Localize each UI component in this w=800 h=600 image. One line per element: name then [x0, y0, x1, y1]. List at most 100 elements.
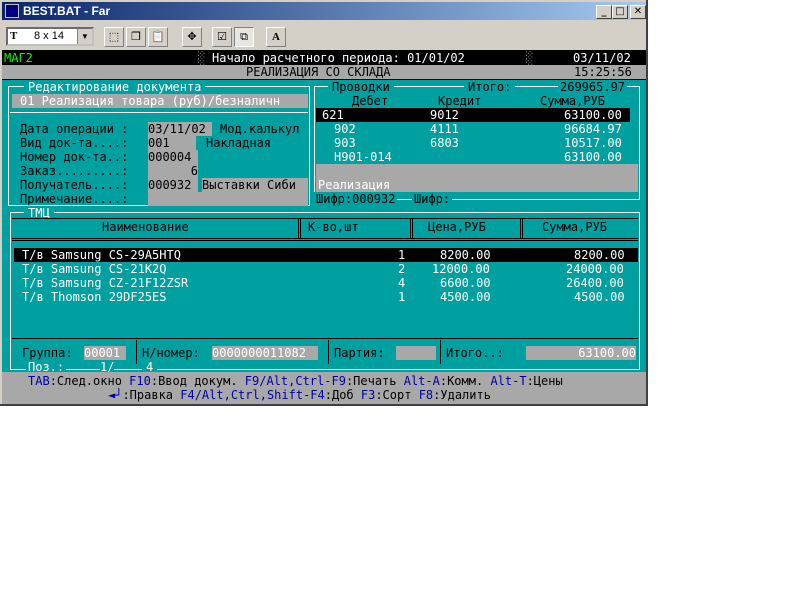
- doc-kind-code[interactable]: 001: [148, 136, 196, 150]
- col-sum: Сумма,РУБ: [542, 220, 608, 234]
- posting-debit[interactable]: 902: [334, 122, 356, 136]
- posting-credit: 6803: [430, 136, 459, 150]
- doc-num-label: Номер док-та..:: [20, 150, 129, 164]
- font-icon[interactable]: A: [266, 27, 286, 47]
- period-label: Начало расчетного периода: 01/01/02: [212, 51, 465, 65]
- far-app-icon[interactable]: [5, 4, 19, 18]
- batch-field[interactable]: [396, 346, 436, 360]
- goods-sum: 26400.00: [566, 276, 624, 290]
- current-date: 03/11/02: [573, 51, 631, 65]
- doc-kind-name: Накладная: [206, 136, 272, 150]
- fullscreen-icon[interactable]: ✥: [182, 27, 202, 47]
- goods-price: 4500.00: [440, 290, 491, 304]
- goods-sum: 4500.00: [574, 290, 625, 304]
- goods-sum: 8200.00: [574, 248, 625, 262]
- goods-qty: 1: [398, 248, 406, 262]
- minimize-button[interactable]: _: [596, 5, 612, 19]
- key-alt-t-label: :Цены: [526, 374, 563, 388]
- group-field[interactable]: 00001: [84, 346, 126, 360]
- posting-sum: 10517.00: [564, 136, 622, 150]
- recipient-name-field[interactable]: Выставки Сиби: [202, 178, 308, 192]
- key-f10-label: :Ввод докум.: [150, 374, 245, 388]
- goods-qty: 2: [398, 262, 406, 276]
- key-f3[interactable]: F3: [361, 388, 375, 402]
- order-label: Заказ.........:: [20, 164, 129, 178]
- goods-qty: 4: [398, 276, 406, 290]
- cipher-label: Шифр:000932: [314, 192, 398, 206]
- enter-icon[interactable]: ◄┘: [108, 388, 122, 402]
- postings-title: Проводки: [328, 80, 394, 94]
- posting-credit: 9012: [430, 108, 459, 122]
- posting-debit: 621: [322, 108, 344, 122]
- mark-icon[interactable]: ⬚: [104, 27, 124, 47]
- key-tab-label: :След.окно: [49, 374, 130, 388]
- separator: [410, 218, 411, 238]
- far-window: BEST.BAT - Far _ □ ✕ T 8 x 14 ▼ ⬚ ❐ 📋 ✥ …: [0, 0, 648, 406]
- window-title: BEST.BAT - Far: [23, 4, 111, 18]
- op-date-label: Дата операции :: [20, 122, 129, 136]
- key-f8[interactable]: F8: [419, 388, 433, 402]
- goods-name[interactable]: Т/в Thomson 29DF25ES: [22, 290, 167, 304]
- goods-total-label: Итого..:: [446, 346, 504, 360]
- console-area: МАГ2 ░ Начало расчетного периода: 01/01/…: [2, 50, 646, 404]
- note-field[interactable]: [148, 192, 308, 206]
- font-size-select[interactable]: T 8 x 14 ▼: [6, 27, 94, 46]
- goods-name[interactable]: Т/в Samsung CZ-21F12ZSR: [22, 276, 188, 290]
- paste-icon[interactable]: 📋: [148, 27, 168, 47]
- key-alt-t[interactable]: Alt-T: [490, 374, 526, 388]
- col-name: Наименование: [102, 220, 189, 234]
- col-sum: Сумма,РУБ: [540, 94, 606, 108]
- col-debit: Дебет: [352, 94, 389, 108]
- posting-sum: 63100.00: [564, 150, 622, 164]
- chevron-down-icon[interactable]: ▼: [77, 29, 92, 44]
- background-icon[interactable]: ⧉: [234, 27, 254, 47]
- order-field[interactable]: 6: [148, 164, 198, 178]
- goods-total: 63100.00: [526, 346, 636, 360]
- doc-kind-label: Вид док-та....:: [20, 136, 129, 150]
- key-f9[interactable]: F9/Alt,Ctrl-F9: [245, 374, 346, 388]
- screen-title: РЕАЛИЗАЦИЯ СО СКЛАДА: [246, 65, 391, 79]
- posting-debit[interactable]: Н901-014: [334, 150, 392, 164]
- recipient-code-field[interactable]: 000932: [148, 178, 198, 192]
- separator: [300, 218, 301, 238]
- separator: [298, 218, 299, 238]
- maximize-button[interactable]: □: [612, 5, 628, 19]
- key-f9-label: :Печать: [345, 374, 404, 388]
- doc-num-field[interactable]: 000004: [148, 150, 198, 164]
- goods-name[interactable]: Т/в Samsung CS-21K2Q: [22, 262, 167, 276]
- col-price: Цена,РУБ: [428, 220, 486, 234]
- key-f4-label: :Доб: [324, 388, 361, 402]
- separator: [12, 338, 638, 339]
- col-qty: К-во,шт: [308, 220, 359, 234]
- nnum-field[interactable]: 0000000011082: [212, 346, 318, 360]
- close-button[interactable]: ✕: [630, 5, 646, 19]
- doc-type-line[interactable]: 01 Реализация товара (руб)/безналичн: [20, 94, 280, 108]
- goods-price: 12000.00: [432, 262, 490, 276]
- separator: [522, 218, 523, 238]
- separator: [412, 218, 413, 238]
- separator: [136, 340, 137, 364]
- group-label: Группа:: [22, 346, 73, 360]
- key-alt-a[interactable]: Alt-A: [404, 374, 440, 388]
- postings-total-label: Итого:: [464, 80, 516, 94]
- postings-total: 269965.97: [558, 80, 628, 94]
- key-f8-label: :Удалить: [433, 388, 491, 402]
- separator: [328, 340, 329, 364]
- font-size-value: 8 x 14: [34, 30, 64, 42]
- batch-label: Партия:: [334, 346, 385, 360]
- key-f10[interactable]: F10: [129, 374, 151, 388]
- goods-price: 6600.00: [440, 276, 491, 290]
- goods-qty: 1: [398, 290, 406, 304]
- keybar-line-2: ◄┘:Правка F4/Alt,Ctrl,Shift-F4:Доб F3:Со…: [108, 388, 491, 402]
- doc-section-title: Редактирование документа: [24, 80, 206, 94]
- key-tab[interactable]: TAB: [28, 374, 50, 388]
- copy-icon[interactable]: ❐: [126, 27, 146, 47]
- mod-calc-label: Мод.калькул: [220, 122, 300, 136]
- title-bar[interactable]: BEST.BAT - Far _ □ ✕: [2, 2, 646, 20]
- properties-icon[interactable]: ☑: [212, 27, 232, 47]
- separator: [520, 218, 521, 238]
- posting-debit[interactable]: 903: [334, 136, 356, 150]
- key-f4[interactable]: F4/Alt,Ctrl,Shift-F4: [180, 388, 325, 402]
- op-date-field[interactable]: 03/11/02: [148, 122, 212, 136]
- goods-sum: 24000.00: [566, 262, 624, 276]
